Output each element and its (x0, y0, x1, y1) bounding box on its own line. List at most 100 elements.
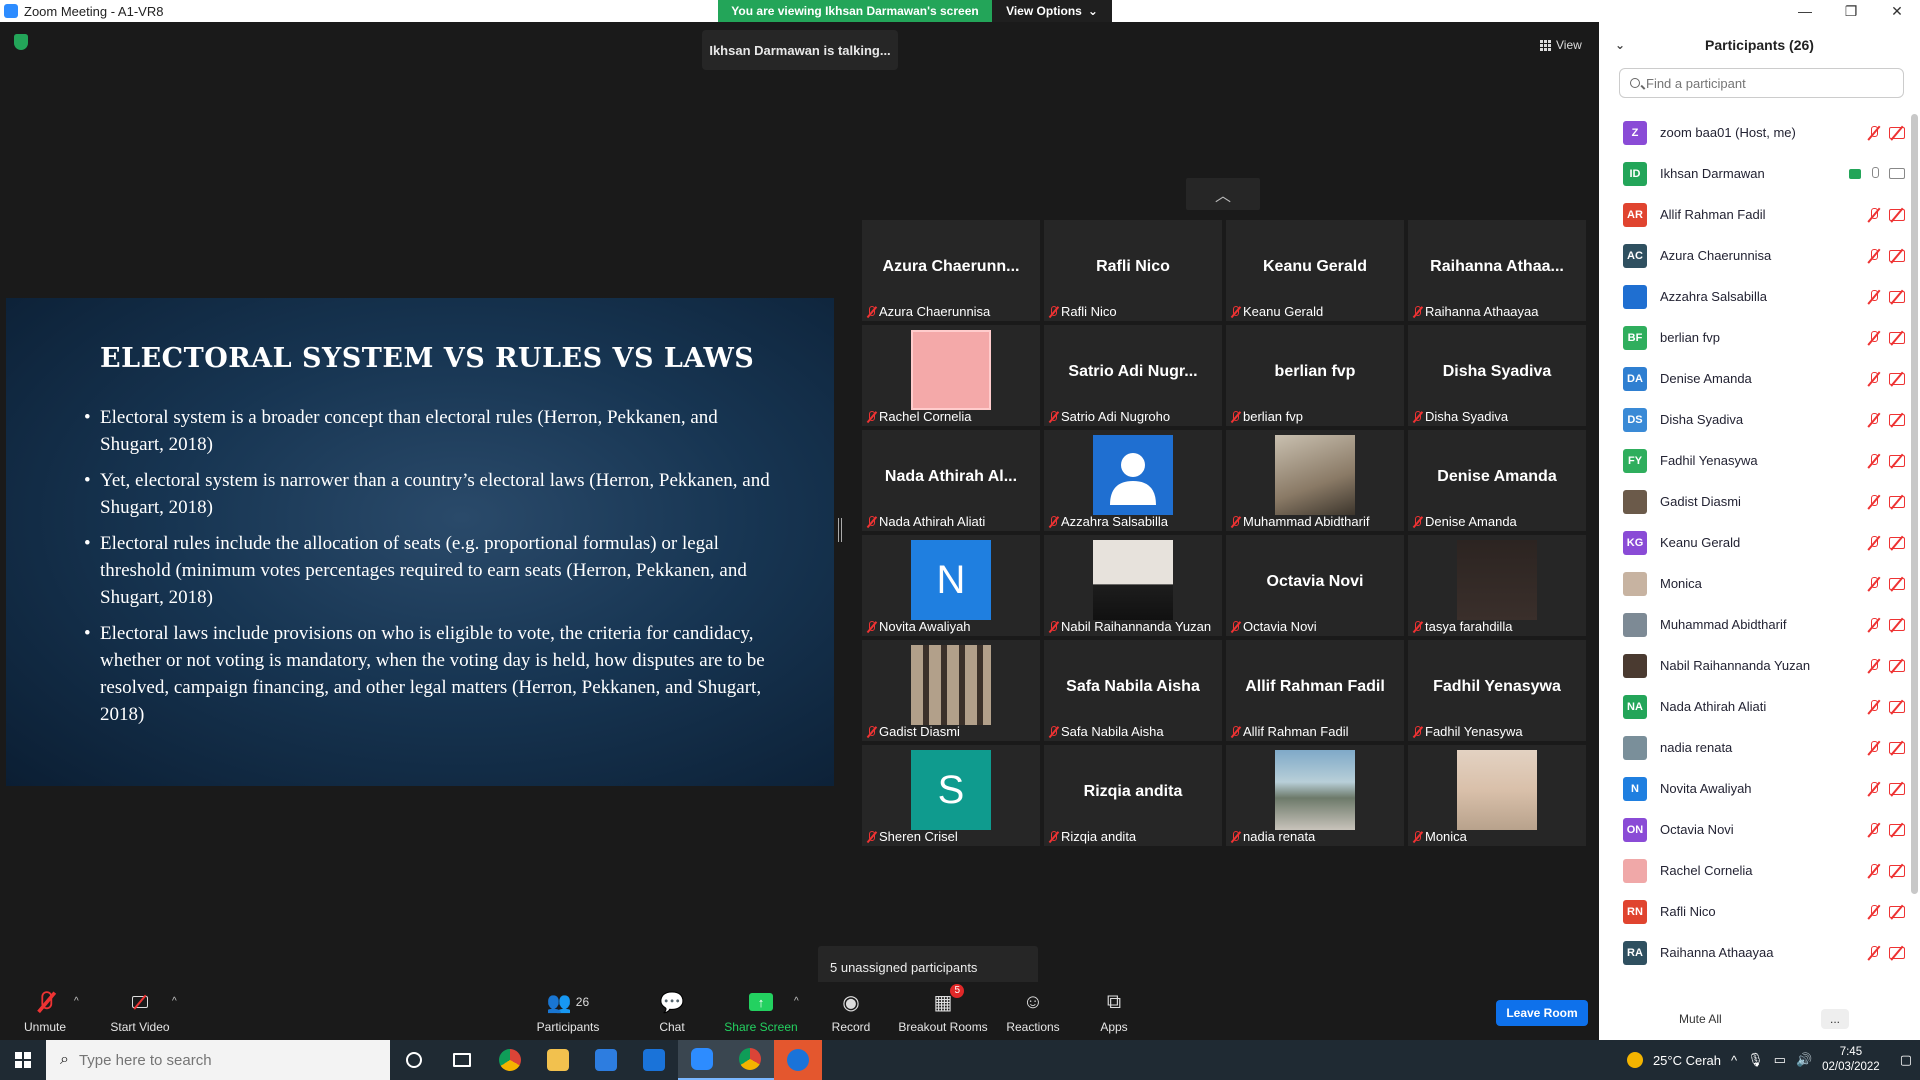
video-tile[interactable]: Azzahra Salsabilla (1044, 430, 1222, 531)
participants-button[interactable]: 👥 26 Participants (532, 982, 604, 1040)
participant-row[interactable]: N Novita Awaliyah (1599, 768, 1909, 809)
mail-icon[interactable] (630, 1040, 678, 1080)
video-options-caret-icon[interactable]: ^ (172, 996, 177, 1007)
tile-label-text: Azura Chaerunnisa (879, 304, 991, 319)
apps-button[interactable]: ⧉ Apps (1096, 982, 1132, 1040)
collapse-chevron-icon[interactable]: ⌄ (1615, 38, 1625, 52)
video-tile[interactable]: tasya farahdilla (1408, 535, 1586, 636)
record-button[interactable]: ◉ Record (828, 982, 874, 1040)
tile-display-name: Rizqia andita (1083, 783, 1183, 800)
chrome-profile-icon[interactable] (726, 1040, 774, 1080)
taskbar-search-input[interactable] (78, 1051, 359, 1069)
participant-row[interactable]: Zzoom baa01 (Host, me) (1599, 112, 1909, 153)
share-screen-button[interactable]: ↑ Share Screen (724, 982, 798, 1040)
video-tile[interactable]: Safa Nabila Aisha Safa Nabila Aisha (1044, 640, 1222, 741)
video-tile[interactable]: Muhammad Abidtharif (1226, 430, 1404, 531)
split-view-handle[interactable] (838, 518, 842, 542)
tray-chevron-up-icon[interactable]: ^ (1731, 1053, 1737, 1068)
mic-muted-icon (1048, 725, 1058, 738)
cortana-icon[interactable] (390, 1040, 438, 1080)
video-tile[interactable]: Raihanna Athaa... Raihanna Athaayaa (1408, 220, 1586, 321)
gallery-page-up-button[interactable]: ︿ (1186, 178, 1260, 210)
participant-row[interactable]: DS Disha Syadiva (1599, 399, 1909, 440)
participant-row[interactable]: BF berlian fvp (1599, 317, 1909, 358)
teamviewer-icon[interactable] (774, 1040, 822, 1080)
video-tile[interactable]: Satrio Adi Nugr... Satrio Adi Nugroho (1044, 325, 1222, 426)
start-video-button[interactable]: Start Video (104, 982, 176, 1040)
participant-row[interactable]: KG Keanu Gerald (1599, 522, 1909, 563)
video-tile[interactable]: Rachel Cornelia (862, 325, 1040, 426)
tile-name-label: Rafli Nico (1048, 304, 1117, 319)
video-tile[interactable]: N Novita Awaliyah (862, 535, 1040, 636)
video-tile[interactable]: nadia renata (1226, 745, 1404, 846)
video-tile[interactable]: Denise Amanda Denise Amanda (1408, 430, 1586, 531)
zoom-taskbar-icon[interactable] (678, 1040, 726, 1080)
share-options-caret-icon[interactable]: ^ (794, 996, 799, 1007)
video-tile[interactable]: Azura Chaerunn... Azura Chaerunnisa (862, 220, 1040, 321)
participant-row[interactable]: Gadist Diasmi (1599, 481, 1909, 522)
maximize-button[interactable]: ❐ (1828, 0, 1874, 22)
video-tile[interactable]: Gadist Diasmi (862, 640, 1040, 741)
minimize-button[interactable]: — (1782, 0, 1828, 22)
mic-muted-icon (1412, 725, 1422, 738)
participant-row[interactable]: RA Raihanna Athaayaa (1599, 932, 1909, 973)
participant-row[interactable]: RN Rafli Nico (1599, 891, 1909, 932)
volume-icon[interactable]: 🔊 (1796, 1052, 1812, 1068)
video-tile[interactable]: Nada Athirah Al... Nada Athirah Aliati (862, 430, 1040, 531)
video-tile[interactable]: Monica (1408, 745, 1586, 846)
participant-row[interactable]: Nabil Raihannanda Yuzan (1599, 645, 1909, 686)
mic-muted-icon (866, 830, 876, 843)
start-button[interactable] (0, 1040, 46, 1080)
view-button[interactable]: View (1540, 34, 1592, 56)
video-tile[interactable]: Fadhil Yenasywa Fadhil Yenasywa (1408, 640, 1586, 741)
breakout-rooms-button[interactable]: ▦ 5 Breakout Rooms (898, 982, 988, 1040)
participant-row[interactable]: ID Ikhsan Darmawan (1599, 153, 1909, 194)
leave-room-button[interactable]: Leave Room (1496, 1000, 1588, 1026)
video-tile[interactable]: Rafli Nico Rafli Nico (1044, 220, 1222, 321)
system-clock[interactable]: 7:45 02/03/2022 (1822, 1045, 1880, 1075)
video-tile[interactable]: S Sheren Crisel (862, 745, 1040, 846)
taskbar-search[interactable]: ⌕ (46, 1040, 390, 1080)
participant-row[interactable]: Azzahra Salsabilla (1599, 276, 1909, 317)
participant-row[interactable]: AR Allif Rahman Fadil (1599, 194, 1909, 235)
participant-row[interactable]: ON Octavia Novi (1599, 809, 1909, 850)
participant-row[interactable]: Rachel Cornelia (1599, 850, 1909, 891)
store-icon[interactable] (582, 1040, 630, 1080)
file-explorer-icon[interactable] (534, 1040, 582, 1080)
unmute-button[interactable]: Unmute (18, 982, 72, 1040)
view-options-button[interactable]: View Options ⌄ (992, 0, 1112, 22)
participant-row[interactable]: NA Nada Athirah Aliati (1599, 686, 1909, 727)
chat-button[interactable]: 💬 Chat (654, 982, 690, 1040)
participant-search-box[interactable] (1619, 68, 1904, 98)
network-icon[interactable]: ▭ (1774, 1052, 1786, 1068)
notifications-icon[interactable]: ▢ (1900, 1052, 1912, 1068)
participant-search-input[interactable] (1646, 75, 1886, 91)
video-tile[interactable]: Octavia Novi Octavia Novi (1226, 535, 1404, 636)
chrome-icon[interactable] (486, 1040, 534, 1080)
participant-row[interactable]: Muhammad Abidtharif (1599, 604, 1909, 645)
participant-row[interactable]: nadia renata (1599, 727, 1909, 768)
participant-row[interactable]: Monica (1599, 563, 1909, 604)
security-shield-icon[interactable] (14, 34, 28, 50)
participant-row[interactable]: FY Fadhil Yenasywa (1599, 440, 1909, 481)
mute-all-button[interactable]: Mute All (1679, 1012, 1722, 1026)
video-tile[interactable]: Allif Rahman Fadil Allif Rahman Fadil (1226, 640, 1404, 741)
mic-muted-icon (1867, 945, 1881, 960)
more-options-button[interactable]: ... (1821, 1009, 1849, 1029)
participant-name: Disha Syadiva (1660, 412, 1744, 427)
mic-muted-icon (1230, 830, 1240, 843)
close-button[interactable]: ✕ (1874, 0, 1920, 22)
reactions-button[interactable]: ☺ Reactions (1004, 982, 1062, 1040)
participant-row[interactable]: DA Denise Amanda (1599, 358, 1909, 399)
video-tile[interactable]: Disha Syadiva Disha Syadiva (1408, 325, 1586, 426)
participant-row[interactable]: AC Azura Chaerunnisa (1599, 235, 1909, 276)
video-tile[interactable]: Nabil Raihannanda Yuzan (1044, 535, 1222, 636)
video-tile[interactable]: Keanu Gerald Keanu Gerald (1226, 220, 1404, 321)
audio-options-caret-icon[interactable]: ^ (74, 996, 79, 1007)
microphone-tray-icon[interactable]: 🎙 (1747, 1052, 1764, 1068)
task-view-icon[interactable] (438, 1040, 486, 1080)
participant-list-scrollbar[interactable] (1911, 114, 1918, 894)
video-tile[interactable]: Rizqia andita Rizqia andita (1044, 745, 1222, 846)
video-tile[interactable]: berlian fvp berlian fvp (1226, 325, 1404, 426)
weather-text[interactable]: 25°C Cerah (1653, 1053, 1721, 1068)
